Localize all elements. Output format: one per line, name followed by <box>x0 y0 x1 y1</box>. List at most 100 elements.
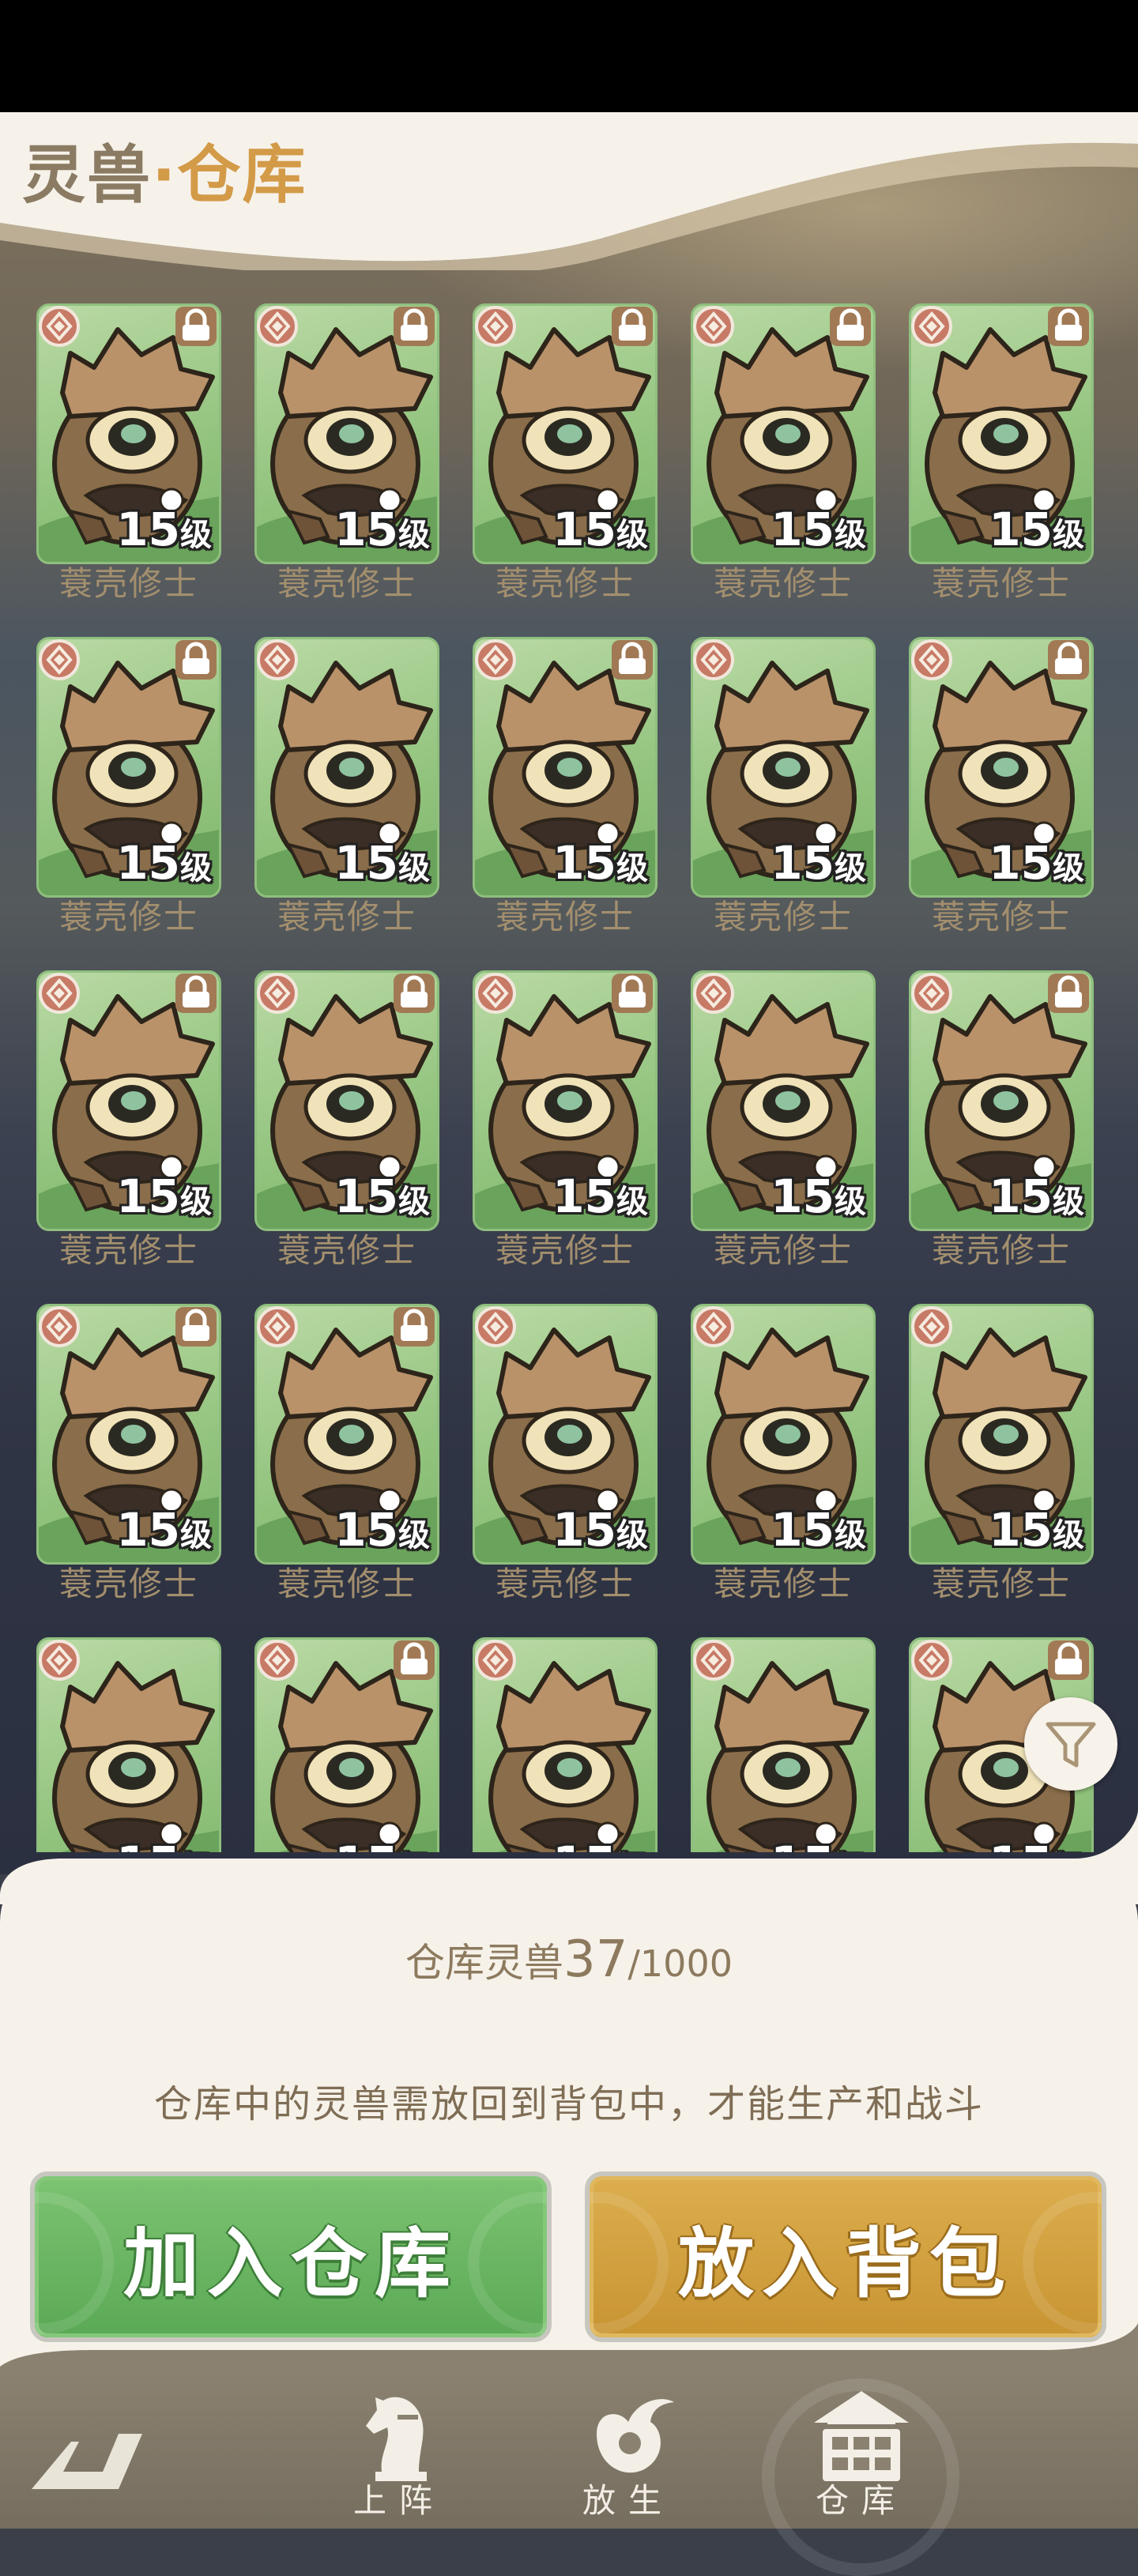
filter-icon <box>1046 1722 1096 1768</box>
pet-name: 蓑壳修士 <box>713 1565 853 1603</box>
rank-badge-icon <box>693 639 734 680</box>
pet-level-unit: 级 <box>1053 850 1084 887</box>
lock-badge[interactable] <box>392 1639 436 1682</box>
pet-level: 15级 <box>334 1506 430 1565</box>
pet-level: 15级 <box>989 839 1084 898</box>
pet-level: 15级 <box>771 1506 866 1565</box>
pet-level-number: 15 <box>116 1503 180 1557</box>
pet-level-unit: 级 <box>180 1517 212 1554</box>
lock-badge[interactable] <box>1046 305 1091 348</box>
lock-badge[interactable] <box>174 638 218 681</box>
pet-level-unit: 级 <box>616 850 648 887</box>
rank-badge-icon <box>475 1640 516 1681</box>
page-title: 灵兽·仓库 <box>22 136 307 215</box>
put-in-bag-button[interactable]: 放入背包 <box>585 2171 1106 2342</box>
pet-card[interactable]: 15级 蓑壳修士 <box>254 970 444 1271</box>
lock-badge[interactable] <box>392 305 436 348</box>
pet-card[interactable]: 15级 蓑壳修士 <box>473 1304 662 1604</box>
pet-name: 蓑壳修士 <box>58 1565 198 1603</box>
pet-card[interactable]: 15级 蓑壳修士 <box>254 1304 444 1604</box>
pet-card[interactable]: 15级 蓑壳修士 <box>691 303 880 604</box>
lock-icon <box>175 1307 217 1346</box>
lock-badge[interactable] <box>1046 972 1091 1015</box>
pet-level-number: 15 <box>116 1169 180 1223</box>
button-decoration <box>590 2192 669 2334</box>
rank-badge-icon <box>911 306 952 347</box>
nav-storage[interactable]: 仓库 <box>782 2386 940 2529</box>
pet-level-unit: 级 <box>835 1517 866 1554</box>
pet-card[interactable]: 15级 蓑壳修士 <box>909 303 1098 604</box>
pet-card[interactable]: 15级 蓑壳修士 <box>254 303 444 604</box>
back-arrow-icon <box>32 2434 142 2489</box>
pet-level-unit: 级 <box>398 1184 430 1220</box>
lock-badge[interactable] <box>174 1305 218 1348</box>
pet-level: 15级 <box>771 506 866 565</box>
nav-release[interactable]: 放生 <box>549 2386 707 2529</box>
pet-card[interactable]: 15级 蓑壳修士 <box>36 970 226 1271</box>
rank-badge <box>38 638 81 681</box>
rank-badge-icon <box>39 1640 80 1681</box>
pet-card[interactable]: 15级 蓑壳修士 <box>691 970 880 1271</box>
pet-level-number: 15 <box>771 1503 835 1557</box>
lock-badge[interactable] <box>610 305 654 348</box>
pet-level: 15级 <box>989 1506 1084 1565</box>
pet-level: 15级 <box>334 839 430 898</box>
pet-level-unit: 级 <box>1053 1184 1084 1220</box>
rank-badge <box>256 1305 299 1348</box>
pet-card[interactable]: 15级 蓑壳修士 <box>691 637 880 937</box>
pet-name: 蓑壳修士 <box>277 564 416 603</box>
button-decoration <box>468 2192 547 2334</box>
rank-badge <box>692 305 735 348</box>
pet-card[interactable]: 15级 蓑壳修士 <box>909 970 1098 1271</box>
pet-level-unit: 级 <box>180 1184 212 1220</box>
pet-name: 蓑壳修士 <box>277 898 416 936</box>
rank-badge-icon <box>39 639 80 680</box>
pet-level: 15级 <box>116 1506 212 1565</box>
lock-badge[interactable] <box>828 305 872 348</box>
pet-card[interactable]: 15级 蓑壳修士 <box>36 1304 226 1604</box>
nav-deploy[interactable]: 上阵 <box>320 2386 478 2529</box>
lock-icon <box>394 974 435 1013</box>
lock-badge[interactable] <box>174 305 218 348</box>
lock-badge[interactable] <box>174 972 218 1015</box>
lock-badge[interactable] <box>1046 1639 1091 1682</box>
pet-card[interactable]: 15级 蓑壳修士 <box>36 303 226 604</box>
button-decoration <box>35 2192 114 2334</box>
rank-badge-icon <box>911 1640 952 1681</box>
pet-level-unit: 级 <box>180 850 212 887</box>
rank-badge <box>38 1639 81 1682</box>
storage-count-max: /1000 <box>627 1942 733 1985</box>
pet-card[interactable]: 15级 蓑壳修士 <box>473 303 662 604</box>
storage-count-value: 37 <box>563 1930 628 1989</box>
add-to-storage-button[interactable]: 加入仓库 <box>30 2171 552 2342</box>
rank-badge <box>692 1305 735 1348</box>
pet-card[interactable]: 15级 蓑壳修士 <box>909 1304 1098 1604</box>
pet-level-number: 15 <box>771 503 835 556</box>
rank-badge-icon <box>911 639 952 680</box>
lock-badge[interactable] <box>610 638 654 681</box>
lock-badge[interactable] <box>392 972 436 1015</box>
lock-badge[interactable] <box>392 1305 436 1348</box>
pet-card[interactable]: 15级 蓑壳修士 <box>909 637 1098 937</box>
lock-icon <box>394 307 435 346</box>
rank-badge <box>38 972 81 1015</box>
filter-button[interactable] <box>1024 1697 1117 1791</box>
rank-badge-icon <box>693 1306 734 1347</box>
rank-badge <box>38 305 81 348</box>
add-to-storage-label: 加入仓库 <box>123 2219 458 2308</box>
pet-card[interactable]: 15级 蓑壳修士 <box>254 637 444 937</box>
pet-name: 蓑壳修士 <box>931 898 1071 936</box>
pet-level-number: 15 <box>989 1169 1053 1223</box>
title-sub: 仓库 <box>177 138 307 212</box>
pet-level-unit: 级 <box>398 1517 430 1554</box>
pet-card[interactable]: 15级 蓑壳修士 <box>473 970 662 1271</box>
lock-badge[interactable] <box>610 972 654 1015</box>
pet-card[interactable]: 15级 蓑壳修士 <box>691 1304 880 1604</box>
pet-card[interactable]: 15级 蓑壳修士 <box>473 637 662 937</box>
rank-badge-icon <box>257 306 298 347</box>
nav-back[interactable] <box>16 2386 174 2529</box>
lock-badge[interactable] <box>1046 638 1091 681</box>
pet-card[interactable]: 15级 蓑壳修士 <box>36 637 226 937</box>
pet-name: 蓑壳修士 <box>931 1565 1071 1603</box>
lock-icon <box>175 974 217 1013</box>
